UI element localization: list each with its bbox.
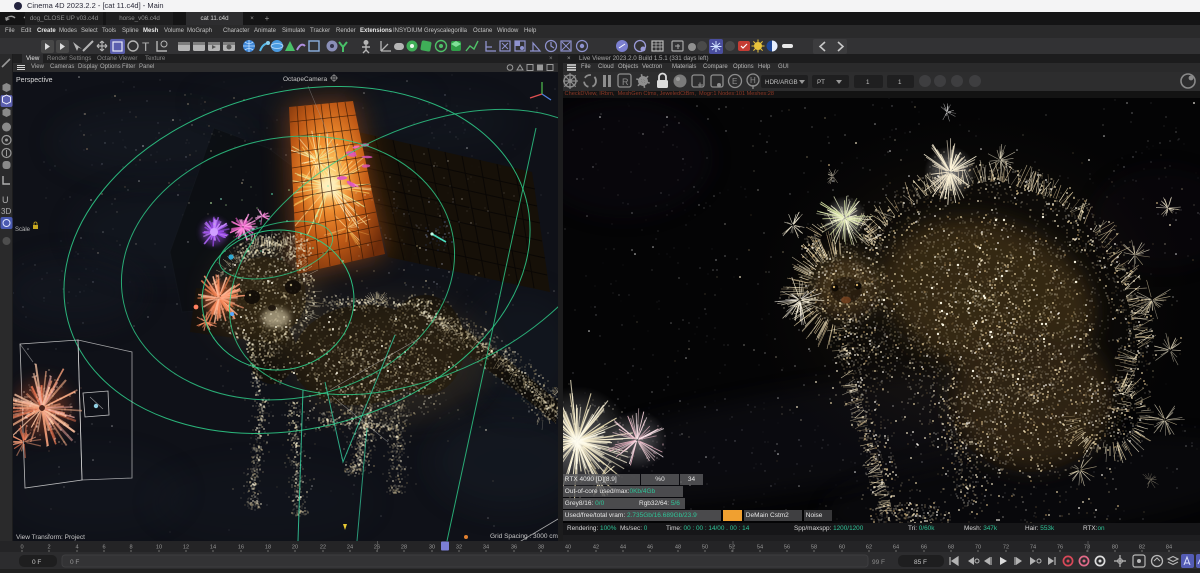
svg-text:64: 64 (893, 545, 899, 551)
svg-text:40: 40 (565, 545, 571, 551)
svg-text:28: 28 (401, 545, 407, 551)
svg-text:36: 36 (511, 545, 517, 551)
svg-text:50: 50 (702, 545, 708, 551)
svg-text:70: 70 (975, 545, 981, 551)
svg-text:56: 56 (784, 545, 790, 551)
svg-text:0 F: 0 F (70, 559, 79, 566)
svg-text:52: 52 (729, 545, 735, 551)
svg-text:T: T (142, 40, 150, 54)
svg-text:60: 60 (839, 545, 845, 551)
svg-text:80: 80 (1112, 545, 1118, 551)
svg-text:30: 30 (429, 545, 435, 551)
svg-text:8: 8 (129, 545, 132, 551)
svg-text:32: 32 (456, 545, 462, 551)
svg-text:6: 6 (102, 545, 105, 551)
svg-text:16: 16 (238, 545, 244, 551)
svg-text:Perspective: Perspective (16, 77, 53, 84)
svg-text:H: H (750, 76, 756, 85)
svg-text:99 F: 99 F (872, 559, 885, 566)
svg-text:44: 44 (620, 545, 626, 551)
svg-text:24: 24 (347, 545, 353, 551)
svg-text:10: 10 (156, 545, 162, 551)
svg-text:54: 54 (757, 545, 763, 551)
svg-text:HDR/ARGB: HDR/ARGB (765, 79, 798, 86)
svg-text:Grid Spacing : 3000 cm: Grid Spacing : 3000 cm (490, 533, 558, 540)
svg-text:1: 1 (866, 79, 870, 86)
svg-text:38: 38 (538, 545, 544, 551)
svg-text:42: 42 (593, 545, 599, 551)
svg-text:1: 1 (898, 79, 902, 86)
svg-text:12: 12 (183, 545, 189, 551)
svg-text:PT: PT (817, 79, 825, 86)
svg-text:R: R (622, 77, 629, 87)
svg-text:48: 48 (675, 545, 681, 551)
svg-text:84: 84 (1166, 545, 1172, 551)
svg-text:Scale: Scale (15, 227, 31, 233)
svg-text:34: 34 (483, 545, 489, 551)
svg-text:14: 14 (210, 545, 216, 551)
svg-text:18: 18 (265, 545, 271, 551)
svg-text:22: 22 (320, 545, 326, 551)
svg-text:58: 58 (811, 545, 817, 551)
svg-text:74: 74 (1030, 545, 1036, 551)
svg-text:82: 82 (1139, 545, 1145, 551)
svg-text:76: 76 (1057, 545, 1063, 551)
svg-text:0: 0 (20, 545, 23, 551)
svg-text:E: E (732, 77, 737, 86)
svg-text:68: 68 (948, 545, 954, 551)
svg-text:85 F: 85 F (914, 559, 927, 566)
svg-text:0 F: 0 F (32, 559, 41, 566)
svg-text:72: 72 (1003, 545, 1009, 551)
svg-text:46: 46 (647, 545, 653, 551)
svg-text:OctaneCamera: OctaneCamera (283, 76, 327, 83)
svg-text:3D: 3D (1, 207, 11, 216)
svg-text:2: 2 (47, 545, 50, 551)
svg-text:4: 4 (75, 545, 78, 551)
svg-text:View Transform: Project: View Transform: Project (16, 534, 85, 541)
svg-text:62: 62 (866, 545, 872, 551)
svg-text:U: U (2, 195, 9, 205)
svg-text:78: 78 (1084, 545, 1090, 551)
svg-text:66: 66 (921, 545, 927, 551)
svg-text:20: 20 (292, 545, 298, 551)
